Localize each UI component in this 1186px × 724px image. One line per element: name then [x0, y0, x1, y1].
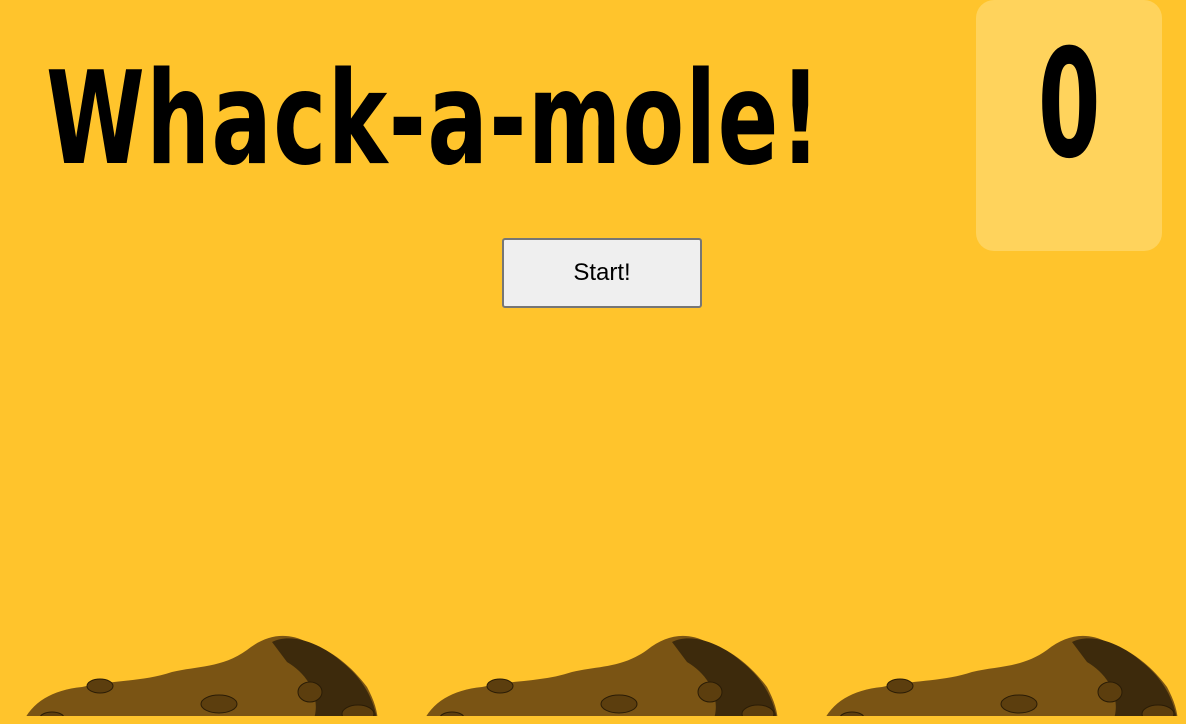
score-panel: 0: [976, 0, 1162, 251]
mole-hole-1[interactable]: [22, 632, 378, 724]
start-button[interactable]: Start!: [502, 238, 702, 308]
score-value: 0: [1037, 18, 1101, 192]
mole-hole-2[interactable]: [422, 632, 778, 724]
dirt-mound-icon: [22, 635, 378, 724]
mole-hole-3[interactable]: [822, 632, 1178, 724]
game-title: Whack-a-mole!: [46, 45, 823, 194]
ground-edge: [0, 716, 1186, 724]
dirt-mound-icon: [822, 635, 1178, 724]
dirt-mound-icon: [422, 635, 778, 724]
